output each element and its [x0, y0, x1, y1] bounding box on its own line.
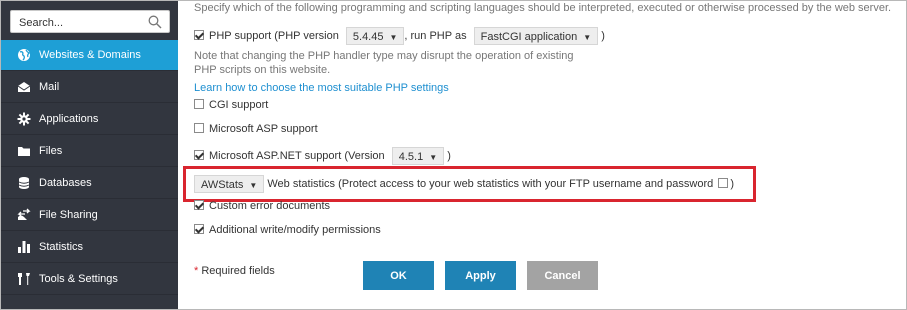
- php-settings-help-link[interactable]: Learn how to choose the most suitable PH…: [194, 82, 449, 94]
- globe-icon: [17, 48, 31, 62]
- sidebar-item-label: File Sharing: [39, 209, 98, 221]
- apply-button[interactable]: Apply: [445, 261, 516, 290]
- cgi-support-checkbox[interactable]: [194, 99, 204, 109]
- search-input[interactable]: [19, 16, 139, 29]
- gear-icon: [17, 112, 31, 126]
- aspnet-version-value: 4.5.1: [398, 151, 424, 163]
- search-icon[interactable]: [148, 15, 162, 29]
- write-permissions-label: Additional write/modify permissions: [209, 224, 381, 236]
- write-permissions-checkbox[interactable]: [194, 224, 204, 234]
- sidebar-item-file-sharing[interactable]: File Sharing: [1, 200, 178, 231]
- sidebar-item-databases[interactable]: Databases: [1, 168, 178, 199]
- cgi-support-label: CGI support: [209, 99, 269, 111]
- scripting-intro-text: Specify which of the following programmi…: [194, 2, 892, 14]
- custom-errors-row: Custom error documents: [194, 200, 330, 212]
- sidebar-item-files[interactable]: Files: [1, 136, 178, 167]
- sidebar-item-applications[interactable]: Applications: [1, 104, 178, 135]
- asp-support-row: Microsoft ASP support: [194, 123, 318, 135]
- bar-chart-icon: [17, 240, 31, 254]
- sidebar-item-label: Applications: [39, 113, 99, 125]
- php-handler-select[interactable]: FastCGI application ▼: [473, 27, 599, 45]
- sidebar-item-label: Websites & Domains: [39, 49, 141, 61]
- sidebar-item-label: Statistics: [39, 241, 84, 253]
- database-icon: [17, 176, 31, 190]
- aspnet-version-select[interactable]: 4.5.1 ▼: [391, 147, 445, 165]
- asp-support-label: Microsoft ASP support: [209, 123, 318, 135]
- caret-down-icon: ▼: [389, 33, 398, 42]
- required-fields-label: Required fields: [201, 265, 275, 277]
- aspnet-support-checkbox[interactable]: [194, 149, 204, 160]
- caret-down-icon: ▼: [429, 153, 438, 162]
- aspnet-support-label-end: ): [447, 149, 451, 162]
- cgi-support-row: CGI support: [194, 99, 268, 111]
- highlight-box: [183, 166, 756, 202]
- aspnet-support-row: Microsoft ASP.NET support (Version 4.5.1…: [194, 147, 451, 165]
- ok-button[interactable]: OK: [363, 261, 434, 290]
- sidebar-item-tools-settings[interactable]: Tools & Settings: [1, 264, 178, 295]
- required-star: *: [194, 265, 199, 277]
- aspnet-support-label: Microsoft ASP.NET support (Version: [209, 149, 385, 162]
- tools-icon: [17, 272, 31, 286]
- php-run-as-label: , run PHP as: [404, 29, 467, 42]
- php-handler-note-line1: Note that changing the PHP handler type …: [194, 50, 574, 62]
- sidebar-item-label: Databases: [39, 177, 92, 189]
- php-support-checkbox[interactable]: [194, 29, 204, 40]
- search-box[interactable]: [10, 10, 170, 33]
- custom-errors-checkbox[interactable]: [194, 200, 204, 210]
- php-handler-note-line2: PHP scripts on this website.: [194, 64, 331, 76]
- caret-down-icon: ▼: [583, 33, 592, 42]
- sidebar-item-mail[interactable]: Mail: [1, 72, 178, 103]
- php-support-label: PHP support (PHP version: [209, 29, 339, 42]
- asp-support-checkbox[interactable]: [194, 123, 204, 133]
- envelope-icon: [17, 80, 31, 94]
- custom-errors-label: Custom error documents: [209, 200, 331, 212]
- php-handler-value: FastCGI application: [480, 31, 578, 43]
- php-version-value: 5.4.45: [352, 31, 384, 43]
- php-support-label-end: ): [601, 29, 605, 42]
- php-support-row: PHP support (PHP version 5.4.45 ▼ , run PH…: [194, 27, 605, 45]
- sidebar-item-websites-domains[interactable]: Websites & Domains: [1, 40, 178, 71]
- sidebar: Websites & Domains Mail Applications Fil…: [1, 1, 178, 309]
- write-permissions-row: Additional write/modify permissions: [194, 224, 381, 236]
- hosting-settings-panel: Specify which of the following programmi…: [178, 0, 906, 309]
- sidebar-item-statistics[interactable]: Statistics: [1, 232, 178, 263]
- cancel-button[interactable]: Cancel: [527, 261, 598, 290]
- php-version-select[interactable]: 5.4.45 ▼: [345, 27, 405, 45]
- sidebar-item-label: Files: [39, 145, 63, 157]
- folder-icon: [17, 144, 31, 158]
- share-icon: [17, 208, 31, 222]
- sidebar-item-label: Mail: [39, 81, 60, 93]
- required-fields-note: * Required fields: [194, 265, 275, 277]
- sidebar-item-label: Tools & Settings: [39, 273, 118, 285]
